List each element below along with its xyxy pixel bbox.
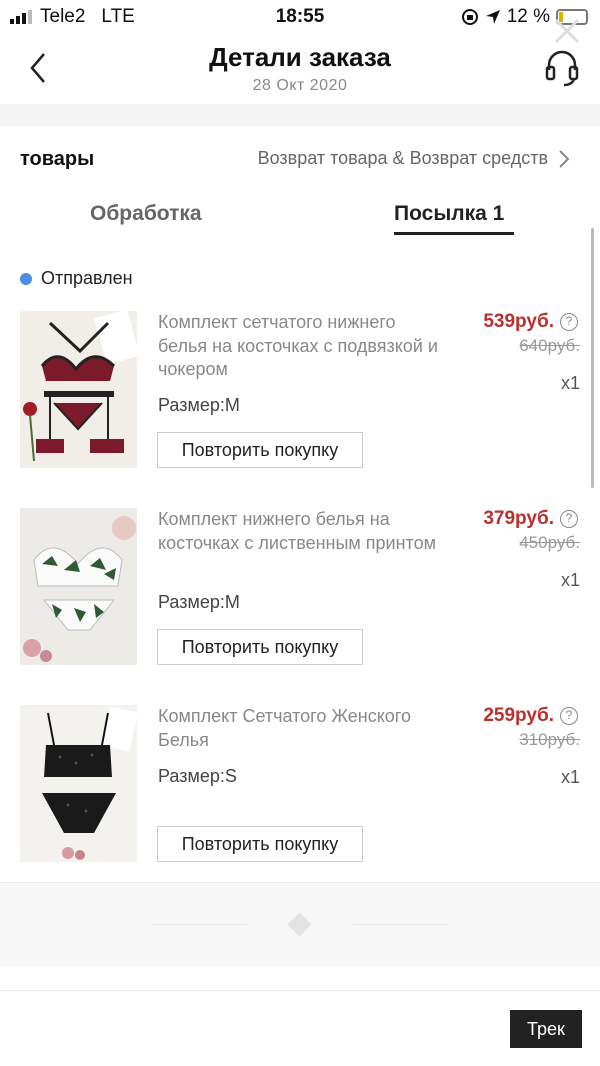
product-item: Комплект сетчатого нижнего белья на кост… [0, 311, 600, 481]
headset-support-icon[interactable] [544, 48, 580, 88]
rebuy-button[interactable]: Повторить покупку [157, 826, 363, 862]
header: Детали заказа 28 Окт 2020 [0, 34, 600, 104]
diamond-icon [287, 912, 312, 937]
rebuy-button[interactable]: Повторить покупку [157, 629, 363, 665]
shipment-status-label: Отправлен [41, 268, 133, 288]
product-size: Размер:M [158, 395, 240, 415]
product-image[interactable] [20, 508, 137, 665]
tab-parcel-1[interactable]: Посылка 1 [394, 202, 504, 226]
page-title: Детали заказа [209, 42, 391, 72]
active-tab-indicator [394, 232, 514, 235]
goods-section: товары Возврат товара & Возврат средств [0, 126, 600, 192]
product-price: 379руб. [483, 508, 554, 529]
price-help-icon[interactable]: ? [560, 707, 578, 725]
price-help-icon[interactable]: ? [560, 313, 578, 331]
product-old-price: 450руб. [519, 533, 580, 552]
rotation-lock-icon [461, 9, 478, 25]
product-old-price: 310руб. [519, 730, 580, 749]
footer-bar: Трек [0, 990, 600, 1066]
product-quantity: x1 [560, 373, 580, 393]
tab-processing[interactable]: Обработка [90, 202, 202, 226]
location-icon [485, 10, 500, 24]
status-bar: Tele2 LTE 18:55 12 % [0, 0, 600, 44]
product-size: Размер:S [158, 766, 237, 786]
battery-percent: 12 % [506, 6, 550, 27]
product-price: 539руб. [483, 311, 554, 332]
list-end-divider [0, 882, 600, 966]
product-size: Размер:M [158, 592, 240, 612]
product-item: Комплект нижнего белья на косточках с ли… [0, 508, 600, 678]
shipment-status: Отправлен [20, 268, 133, 289]
returns-link-label: Возврат товара & Возврат средств [257, 148, 548, 168]
product-name[interactable]: Комплект сетчатого нижнего белья на кост… [158, 311, 448, 382]
product-price: 259руб. [483, 705, 554, 726]
track-button[interactable]: Трек [510, 1010, 582, 1048]
divider-line [353, 924, 448, 925]
product-quantity: x1 [560, 767, 580, 787]
chevron-right-icon [559, 149, 570, 168]
goods-title: товары [20, 148, 95, 170]
divider-line [152, 924, 247, 925]
product-image[interactable] [20, 311, 137, 468]
product-quantity: x1 [560, 570, 580, 590]
section-separator [0, 104, 600, 126]
product-item: Комплект Сетчатого Женского Белья Размер… [0, 705, 600, 875]
package-tabs: Обработка Посылка 1 [0, 192, 600, 242]
price-help-icon[interactable]: ? [560, 510, 578, 528]
order-date: 28 Окт 2020 [252, 77, 348, 94]
product-name[interactable]: Комплект нижнего белья на косточках с ли… [158, 508, 448, 555]
status-dot-icon [20, 272, 32, 285]
product-image[interactable] [20, 705, 137, 862]
product-old-price: 640руб. [519, 336, 580, 355]
returns-link[interactable]: Возврат товара & Возврат средств [258, 148, 570, 169]
rebuy-button[interactable]: Повторить покупку [157, 432, 363, 468]
product-name[interactable]: Комплект Сетчатого Женского Белья [158, 705, 448, 752]
